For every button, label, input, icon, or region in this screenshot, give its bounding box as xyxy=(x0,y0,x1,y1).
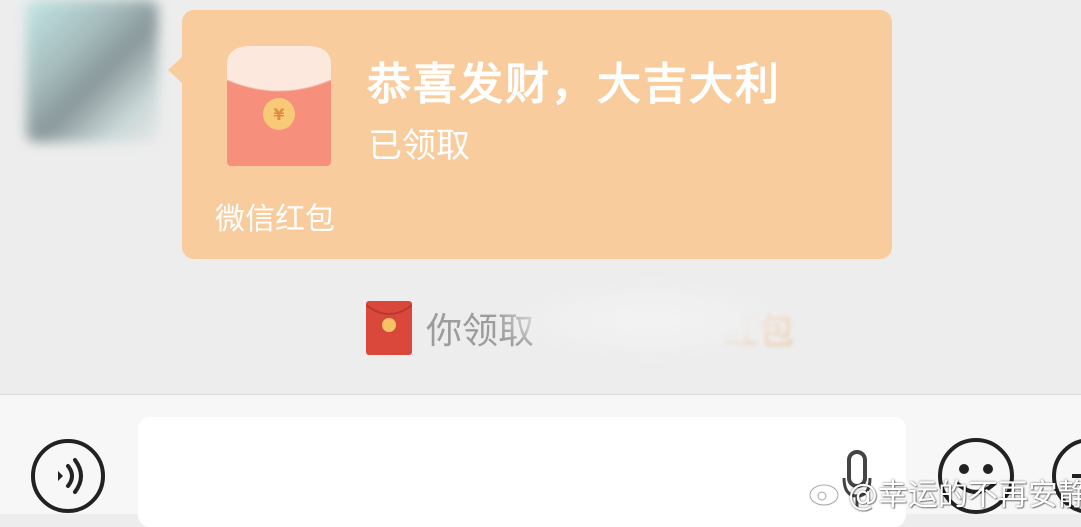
sender-avatar[interactable] xyxy=(26,0,158,142)
watermark-text: @幸运的不再安静 xyxy=(848,478,1081,513)
weibo-logo-icon xyxy=(808,479,843,507)
red-packet-envelope-icon: ¥ xyxy=(227,46,331,166)
red-packet-bubble[interactable]: ¥ 恭喜发财，大吉大利 已领取 微信红包 xyxy=(182,10,892,259)
red-packet-divider xyxy=(202,188,872,189)
red-packet-status: 已领取 xyxy=(368,126,470,166)
message-input[interactable] xyxy=(138,417,906,527)
bubble-arrow xyxy=(168,56,183,84)
chat-area: ¥ 恭喜发财，大吉大利 已领取 微信红包 你领取 红包 xyxy=(0,0,1081,394)
svg-text:¥: ¥ xyxy=(273,105,284,124)
red-packet-footer-label: 微信红包 xyxy=(215,202,335,237)
privacy-blur xyxy=(500,280,800,360)
red-packet-icon xyxy=(366,301,412,355)
red-packet-title: 恭喜发财，大吉大利 xyxy=(367,59,781,110)
watermark: @幸运的不再安静 xyxy=(808,470,1081,514)
voice-icon[interactable] xyxy=(30,438,106,514)
